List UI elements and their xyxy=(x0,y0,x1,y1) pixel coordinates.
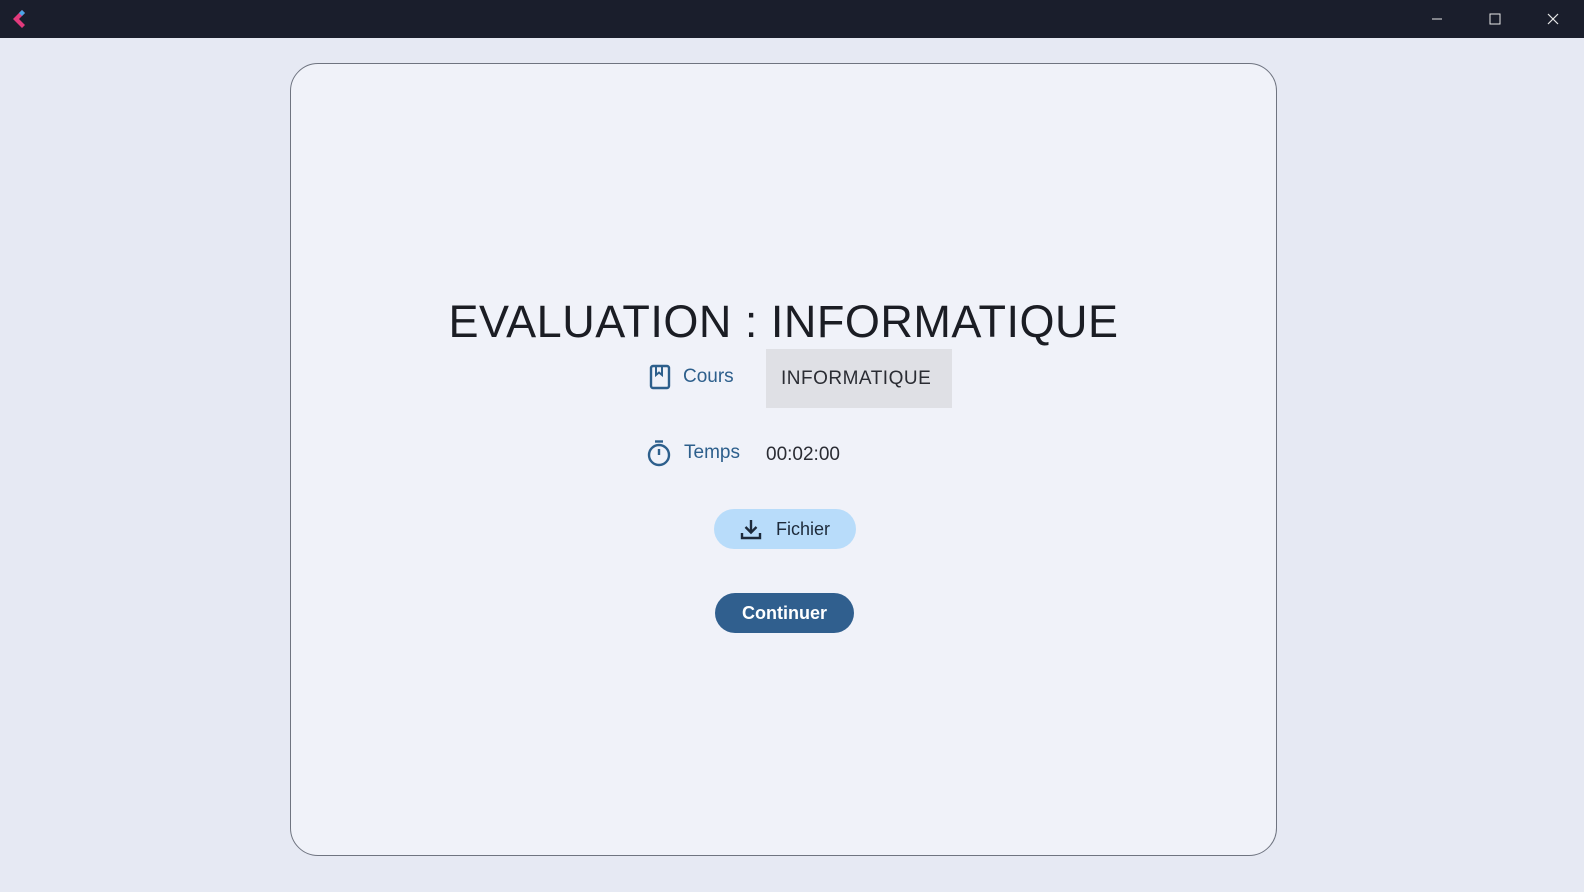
maximize-button[interactable] xyxy=(1466,0,1524,38)
close-icon xyxy=(1547,13,1559,25)
page-title: EVALUATION : INFORMATIQUE xyxy=(448,296,1119,347)
temps-label: Temps xyxy=(684,442,740,463)
continuer-button[interactable]: Continuer xyxy=(715,593,854,633)
window-body: EVALUATION : INFORMATIQUE Cours INFORMAT… xyxy=(0,38,1584,892)
temps-label-row: Temps xyxy=(646,439,740,467)
book-icon xyxy=(649,364,671,390)
minimize-button[interactable] xyxy=(1408,0,1466,38)
title-bar xyxy=(0,0,1584,38)
close-button[interactable] xyxy=(1524,0,1582,38)
fichier-button[interactable]: Fichier xyxy=(714,509,856,549)
download-icon xyxy=(740,520,762,540)
cours-value: INFORMATIQUE xyxy=(766,349,952,408)
temps-value: 00:02:00 xyxy=(766,444,840,465)
app-logo-icon xyxy=(13,10,25,28)
timer-icon xyxy=(647,440,671,467)
evaluation-card: EVALUATION : INFORMATIQUE Cours INFORMAT… xyxy=(290,63,1277,856)
cours-label-row: Cours xyxy=(649,364,734,390)
minimize-icon xyxy=(1432,18,1442,20)
maximize-icon xyxy=(1489,13,1501,25)
fichier-label: Fichier xyxy=(775,518,830,539)
cours-label: Cours xyxy=(683,366,734,387)
